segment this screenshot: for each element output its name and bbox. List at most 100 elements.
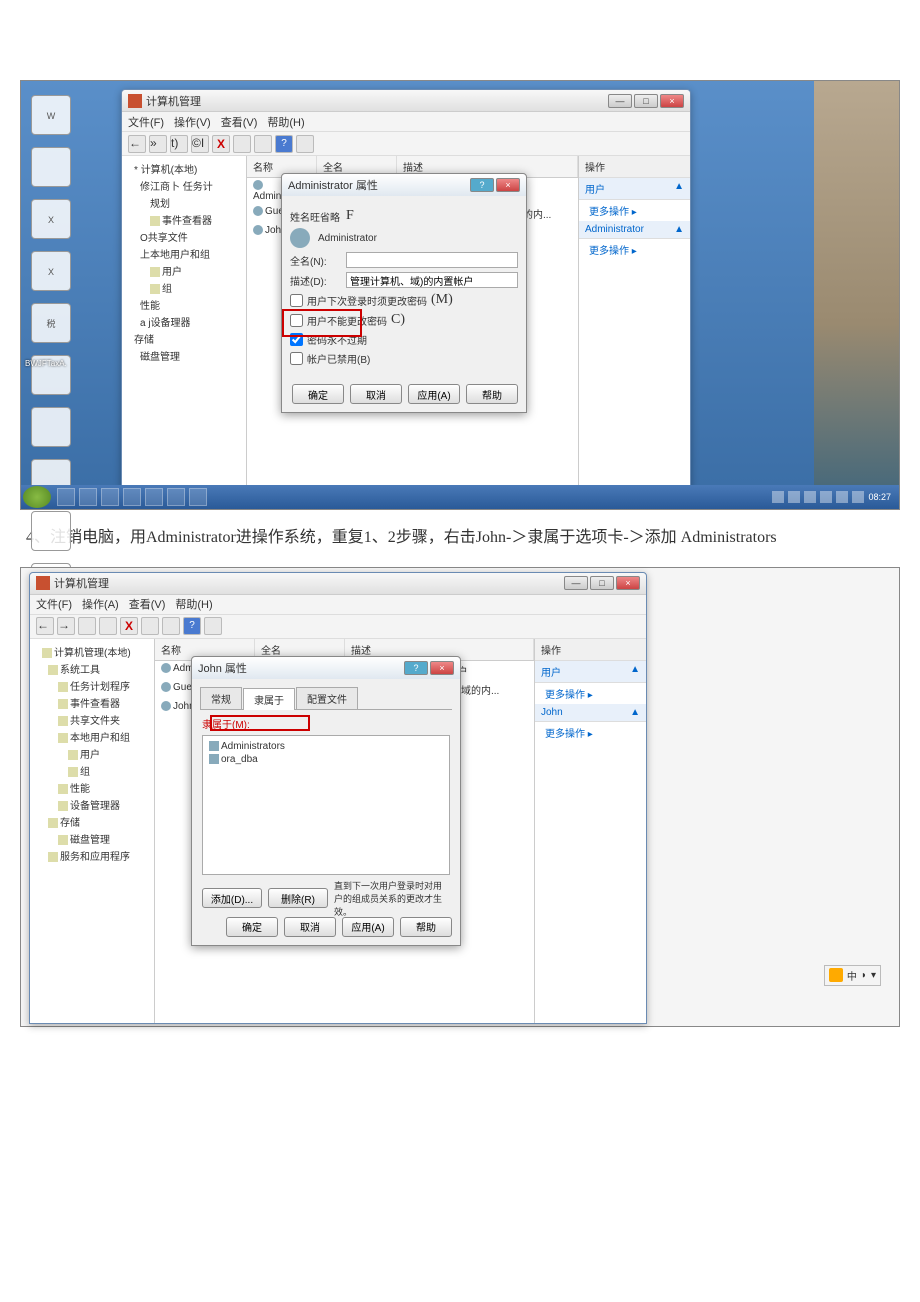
desktop-shortcut[interactable]: X: [31, 199, 71, 239]
collapse-icon[interactable]: ▲: [674, 224, 684, 235]
maximize-button[interactable]: □: [590, 576, 614, 590]
tree-item-users[interactable]: 用户: [162, 267, 182, 278]
tree-root[interactable]: 计算机(本地): [141, 165, 198, 176]
taskbar-item[interactable]: [145, 488, 163, 506]
close-button[interactable]: ×: [616, 576, 640, 590]
taskbar-item[interactable]: [167, 488, 185, 506]
menu-help[interactable]: 帮助(H): [175, 596, 212, 612]
desktop-shortcut[interactable]: [31, 407, 71, 447]
tab-profile[interactable]: 配置文件: [296, 687, 358, 709]
desktop-shortcut[interactable]: X: [31, 251, 71, 291]
tree-item[interactable]: 设备管理器: [34, 796, 150, 813]
tool-button[interactable]: ©I: [191, 135, 209, 153]
help-button[interactable]: ?: [470, 178, 494, 192]
ok-button[interactable]: 确定: [292, 384, 344, 404]
cancel-button[interactable]: 取消: [350, 384, 402, 404]
refresh-button[interactable]: [254, 135, 272, 153]
start-button[interactable]: [23, 486, 51, 508]
apply-button[interactable]: 应用(A): [342, 917, 394, 937]
up-button[interactable]: [78, 617, 96, 635]
chk-disabled[interactable]: [290, 352, 303, 365]
action-more[interactable]: 更多操作 ▸: [579, 200, 690, 221]
tree-item[interactable]: 服务和应用程序: [34, 847, 150, 864]
tray-icon[interactable]: [772, 491, 784, 503]
tool-button[interactable]: [99, 617, 117, 635]
tree-item[interactable]: 系统工具: [34, 660, 150, 677]
taskbar-item[interactable]: [189, 488, 207, 506]
action-more[interactable]: 更多操作 ▸: [535, 722, 646, 743]
tree-item[interactable]: 上本地用户和组: [126, 245, 242, 262]
tree-item[interactable]: 共享文件夹: [34, 711, 150, 728]
clock[interactable]: 08:27: [868, 492, 891, 502]
menu-file[interactable]: 文件(F): [128, 114, 164, 130]
back-button[interactable]: ←: [128, 135, 146, 153]
fullname-input[interactable]: [346, 252, 518, 268]
ime-mode[interactable]: 中: [847, 968, 857, 983]
menu-help[interactable]: 帮助(H): [267, 114, 304, 130]
menu-view[interactable]: 查看(V): [129, 596, 166, 612]
ime-icon[interactable]: [829, 968, 843, 982]
action-more[interactable]: 更多操作 ▸: [535, 683, 646, 704]
taskbar-item[interactable]: [123, 488, 141, 506]
tree-item[interactable]: 磁盘管理: [126, 347, 242, 364]
member-name[interactable]: Administrators: [221, 741, 285, 752]
tree-item[interactable]: 修江商卜 任务计: [126, 177, 242, 194]
help-button[interactable]: 帮助: [466, 384, 518, 404]
menu-view[interactable]: 查看(V): [221, 114, 258, 130]
tray-icon[interactable]: [836, 491, 848, 503]
desktop-shortcut[interactable]: [31, 147, 71, 187]
taskbar-item[interactable]: [57, 488, 75, 506]
tree-item[interactable]: 设备理器: [151, 318, 191, 329]
menu-file[interactable]: 文件(F): [36, 596, 72, 612]
help-button[interactable]: ?: [404, 661, 428, 675]
tray-icon[interactable]: [804, 491, 816, 503]
apply-button[interactable]: 应用(A): [408, 384, 460, 404]
minimize-button[interactable]: —: [564, 576, 588, 590]
action-more[interactable]: 更多操作 ▸: [579, 239, 690, 260]
tree-item[interactable]: 性能: [34, 779, 150, 796]
tray-icon[interactable]: [788, 491, 800, 503]
tab-general[interactable]: 常规: [200, 687, 242, 709]
tree-item[interactable]: 事件查看器: [162, 216, 212, 227]
tool-button[interactable]: [296, 135, 314, 153]
tool-button[interactable]: [233, 135, 251, 153]
member-name[interactable]: ora_dba: [221, 754, 258, 765]
remove-button[interactable]: 删除(R): [268, 888, 328, 908]
chk-change-password[interactable]: [290, 294, 303, 307]
tree-item[interactable]: 计算机管理(本地): [34, 643, 150, 660]
member-list[interactable]: Administrators ora_dba: [202, 735, 450, 875]
collapse-icon[interactable]: ▲: [630, 707, 640, 718]
fwd-button[interactable]: →: [57, 617, 75, 635]
delete-button[interactable]: X: [212, 135, 230, 153]
tree-item[interactable]: 本地用户和组: [34, 728, 150, 745]
tree-item[interactable]: 性能: [126, 296, 242, 313]
close-button[interactable]: ×: [430, 661, 454, 675]
tree-item[interactable]: 存储: [126, 330, 242, 347]
maximize-button[interactable]: □: [634, 94, 658, 108]
tree-item[interactable]: 磁盘管理: [34, 830, 150, 847]
tool-button[interactable]: t): [170, 135, 188, 153]
ime-toolbar[interactable]: 中 ◗ ▾: [824, 965, 881, 986]
taskbar-item[interactable]: [101, 488, 119, 506]
collapse-icon[interactable]: ▲: [674, 181, 684, 196]
help-button[interactable]: ?: [275, 135, 293, 153]
ok-button[interactable]: 确定: [226, 917, 278, 937]
tree-item-groups[interactable]: 组: [162, 284, 172, 295]
tree-item[interactable]: 存储: [34, 813, 150, 830]
speaker-icon[interactable]: [852, 491, 864, 503]
taskbar-item[interactable]: [79, 488, 97, 506]
nav-tree[interactable]: 计算机管理(本地)系统工具任务计划程序事件查看器共享文件夹本地用户和组用户组性能…: [30, 639, 155, 1023]
delete-button[interactable]: X: [120, 617, 138, 635]
refresh-button[interactable]: [162, 617, 180, 635]
tree-item[interactable]: 用户: [34, 745, 150, 762]
desktop-shortcut[interactable]: [31, 511, 71, 551]
desktop-shortcut[interactable]: 税: [31, 303, 71, 343]
cancel-button[interactable]: 取消: [284, 917, 336, 937]
close-button[interactable]: ×: [660, 94, 684, 108]
fwd-button[interactable]: »: [149, 135, 167, 153]
tool-button[interactable]: [141, 617, 159, 635]
ime-icon[interactable]: ◗: [861, 970, 867, 981]
help-button[interactable]: ?: [183, 617, 201, 635]
tab-memberof[interactable]: 隶属于: [243, 688, 295, 710]
tree-item[interactable]: 任务计划程序: [34, 677, 150, 694]
